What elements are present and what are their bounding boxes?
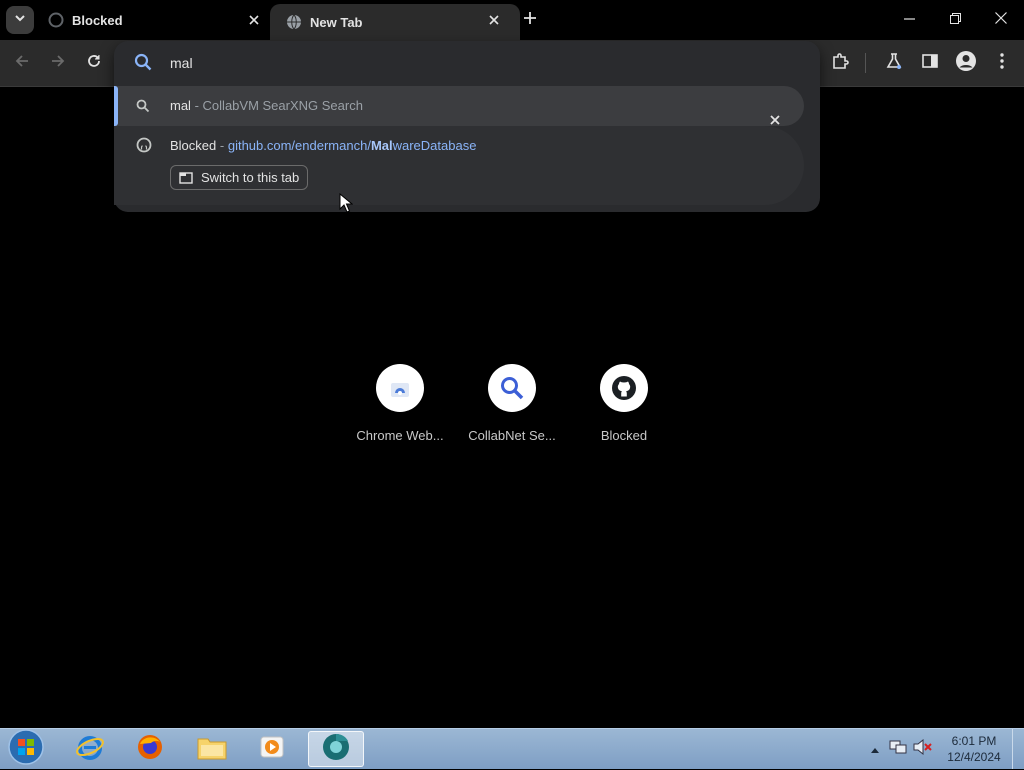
tab-strip: Blocked New Tab — [0, 0, 1024, 40]
labs-flask-icon — [885, 52, 903, 75]
menu-dots-icon — [1000, 52, 1004, 74]
suggestion-url: github.com/endermanch/MalwareDatabase — [228, 138, 477, 153]
suggestion-query: mal — [170, 98, 191, 113]
omnibox-input-row — [114, 41, 820, 85]
labs-button[interactable] — [883, 52, 905, 74]
close-window-button[interactable] — [978, 0, 1024, 40]
suggestion-search[interactable]: mal - CollabVM SearXNG Search — [114, 86, 804, 126]
shortcut-chrome-web-store[interactable]: Chrome Web... — [344, 364, 456, 443]
tray-volume[interactable] — [912, 729, 934, 769]
file-explorer-icon — [196, 733, 228, 766]
tray-network[interactable] — [888, 729, 908, 769]
forward-button[interactable] — [47, 52, 69, 74]
search-icon — [134, 53, 152, 76]
restore-button[interactable] — [932, 0, 978, 40]
media-player-icon — [258, 733, 286, 766]
extensions-icon — [831, 52, 849, 75]
switch-to-tab-label: Switch to this tab — [201, 170, 300, 185]
forward-arrow-icon — [51, 54, 65, 73]
close-icon — [995, 11, 1007, 29]
show-hidden-icons-button[interactable] — [868, 729, 882, 769]
url-match: Mal — [370, 138, 393, 153]
side-panel-icon — [922, 53, 938, 74]
volume-muted-icon — [913, 738, 933, 760]
taskbar: 6:01 PM 12/4/2024 — [0, 728, 1024, 769]
clock-date: 12/4/2024 — [947, 750, 1001, 764]
close-icon[interactable] — [246, 12, 262, 28]
network-icon — [889, 739, 907, 760]
minimize-button[interactable] — [886, 0, 932, 40]
shortcut-blocked[interactable]: Blocked — [568, 364, 680, 443]
close-icon[interactable] — [486, 12, 502, 28]
search-icon — [488, 364, 536, 412]
restore-icon — [949, 11, 961, 29]
start-button[interactable] — [6, 728, 46, 770]
suggestion-separator: - — [194, 98, 199, 113]
reload-button[interactable] — [83, 52, 105, 74]
side-panel-button[interactable] — [919, 52, 941, 74]
chromium-icon — [320, 731, 352, 768]
shortcut-label: Chrome Web... — [356, 428, 444, 443]
firefox-icon — [135, 732, 165, 767]
tab-search-icon — [14, 11, 26, 29]
taskbar-firefox[interactable] — [122, 731, 178, 767]
remove-suggestion-button[interactable] — [766, 112, 784, 130]
suggestion-open-tab[interactable]: Blocked - github.com/endermanch/MalwareD… — [114, 126, 804, 205]
reload-icon — [87, 54, 101, 73]
windows-start-icon — [8, 728, 44, 770]
tab-icon — [179, 171, 193, 184]
omnibox-dropdown: mal - CollabVM SearXNG Search Blocked - … — [114, 41, 820, 212]
new-tab-button[interactable] — [520, 10, 540, 30]
github-icon — [600, 364, 648, 412]
selection-indicator — [114, 86, 118, 126]
tab-new-tab[interactable]: New Tab — [270, 4, 520, 40]
suggestion-title: Blocked — [170, 138, 217, 153]
omnibox-input[interactable] — [170, 52, 770, 74]
suggestion-text: mal - CollabVM SearXNG Search — [170, 98, 363, 113]
back-arrow-icon — [15, 54, 29, 73]
tab-search-button[interactable] — [6, 6, 34, 34]
taskbar-file-explorer[interactable] — [184, 731, 240, 767]
taskbar-media-player[interactable] — [244, 731, 300, 767]
system-clock[interactable]: 6:01 PM 12/4/2024 — [940, 733, 1008, 765]
url-suffix: wareDatabase — [392, 138, 477, 153]
profile-button[interactable] — [955, 50, 977, 77]
toolbar-divider — [865, 53, 866, 73]
profile-icon — [955, 50, 977, 77]
show-desktop-button[interactable] — [1012, 729, 1024, 769]
shortcut-label: CollabNet Se... — [468, 428, 556, 443]
chevron-up-icon — [871, 740, 879, 758]
suggestion-text: Blocked - github.com/endermanch/MalwareD… — [170, 138, 476, 153]
back-button[interactable] — [11, 52, 33, 74]
taskbar-chromium[interactable] — [308, 731, 364, 767]
tab-title: Blocked — [72, 12, 123, 28]
chrome-web-store-icon — [376, 364, 424, 412]
tab-title: New Tab — [310, 14, 363, 30]
minimize-icon — [903, 11, 915, 29]
globe-icon — [286, 14, 302, 30]
github-icon — [48, 12, 64, 28]
url-prefix: github.com/endermanch/ — [227, 138, 371, 153]
github-icon — [136, 137, 152, 158]
tab-blocked[interactable]: Blocked — [40, 0, 270, 40]
switch-to-tab-button[interactable]: Switch to this tab — [170, 165, 309, 190]
shortcut-label: Blocked — [600, 428, 648, 443]
internet-explorer-icon — [75, 732, 105, 767]
suggestion-description: CollabVM SearXNG Search — [202, 98, 363, 113]
taskbar-internet-explorer[interactable] — [62, 731, 118, 767]
clock-time: 6:01 PM — [951, 734, 997, 748]
plus-icon — [524, 11, 536, 29]
extensions-button[interactable] — [829, 52, 851, 74]
suggestion-separator: - — [219, 138, 225, 153]
menu-button[interactable] — [991, 52, 1013, 74]
shortcut-collabnet-search[interactable]: CollabNet Se... — [456, 364, 568, 443]
search-icon — [136, 99, 150, 118]
close-icon — [770, 112, 780, 130]
mouse-pointer-icon — [339, 192, 354, 218]
